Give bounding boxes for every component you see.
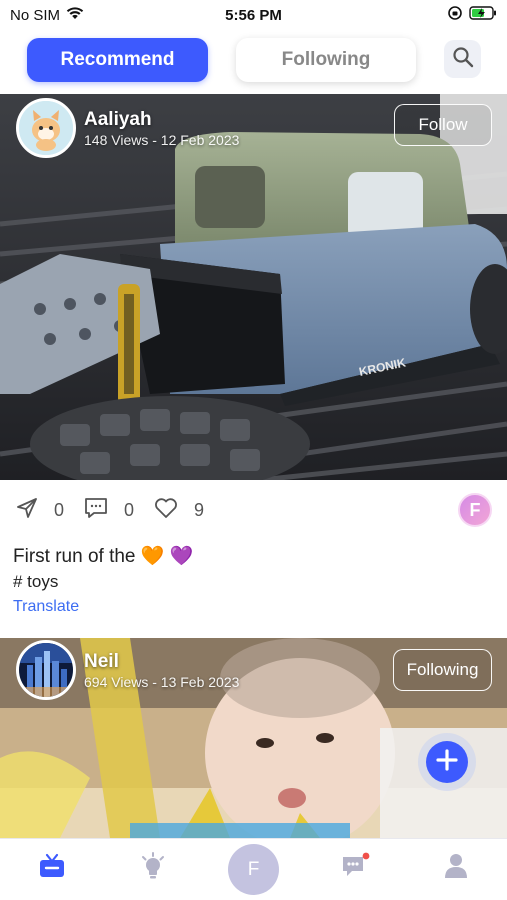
translate-link[interactable]: Translate [13, 598, 79, 616]
nav-messages[interactable] [340, 852, 370, 885]
plus-icon [435, 748, 459, 777]
nav-profile[interactable] [441, 853, 471, 883]
post-actions: 0 0 9 F [16, 490, 492, 530]
liker-avatar[interactable]: F [458, 493, 492, 527]
orientation-lock-icon [447, 5, 463, 25]
share-count: 0 [54, 499, 65, 520]
status-bar: No SIM 5:56 PM [0, 0, 507, 30]
tab-following[interactable]: Following [236, 38, 416, 82]
follow-button[interactable]: Follow [394, 104, 492, 146]
status-right [447, 5, 497, 25]
following-button[interactable]: Following [393, 649, 492, 691]
comment-icon [84, 497, 108, 524]
cat-avatar-icon [19, 101, 73, 155]
nav-ideas[interactable] [138, 851, 168, 885]
post-meta: 148 Views - 12 Feb 2023 [84, 132, 240, 148]
post-header: Aaliyah 148 Views - 12 Feb 2023 [16, 98, 239, 158]
nav-profile-center[interactable]: F [228, 844, 279, 895]
post-media-rc-truck[interactable]: KRONIK Aaliyah 148 Views - 12 Feb 2023 F… [0, 94, 507, 480]
top-nav: Recommend Following [0, 36, 507, 86]
author-name[interactable]: Aaliyah [84, 108, 239, 132]
post-header: Neil 694 Views - 13 Feb 2023 [16, 640, 239, 700]
carrier-label: No SIM [10, 6, 61, 24]
search-button[interactable] [444, 40, 481, 78]
lightbulb-icon [139, 851, 167, 885]
tab-recommend[interactable]: Recommend [27, 38, 208, 82]
share-action[interactable]: 0 [16, 497, 64, 524]
bottom-nav: F [0, 838, 507, 900]
post-meta: 694 Views - 13 Feb 2023 [84, 674, 240, 690]
fab-inner [426, 741, 468, 783]
status-left: No SIM [10, 6, 84, 24]
author-info: Aaliyah 148 Views - 12 Feb 2023 [84, 108, 239, 148]
comment-count: 0 [124, 499, 135, 520]
send-icon [16, 497, 38, 524]
tv-icon [38, 853, 66, 884]
like-count: 9 [194, 499, 205, 520]
create-post-button[interactable] [418, 733, 476, 791]
avatar[interactable] [16, 640, 76, 700]
comment-action[interactable]: 0 [84, 497, 134, 524]
user-icon [443, 852, 469, 885]
wifi-icon [66, 6, 84, 24]
avatar[interactable] [16, 98, 76, 158]
nav-tv[interactable] [37, 853, 67, 883]
post-hashtag[interactable]: # toys [13, 572, 58, 592]
heart-icon [154, 497, 178, 524]
author-name[interactable]: Neil [84, 650, 239, 674]
city-avatar-icon [19, 643, 73, 697]
author-info: Neil 694 Views - 13 Feb 2023 [84, 650, 239, 690]
post-caption: First run of the 🧡 💜 [13, 546, 194, 567]
chat-icon [340, 852, 370, 885]
search-icon [452, 46, 474, 73]
battery-charging-icon [469, 6, 497, 24]
like-action[interactable]: 9 [154, 497, 204, 524]
